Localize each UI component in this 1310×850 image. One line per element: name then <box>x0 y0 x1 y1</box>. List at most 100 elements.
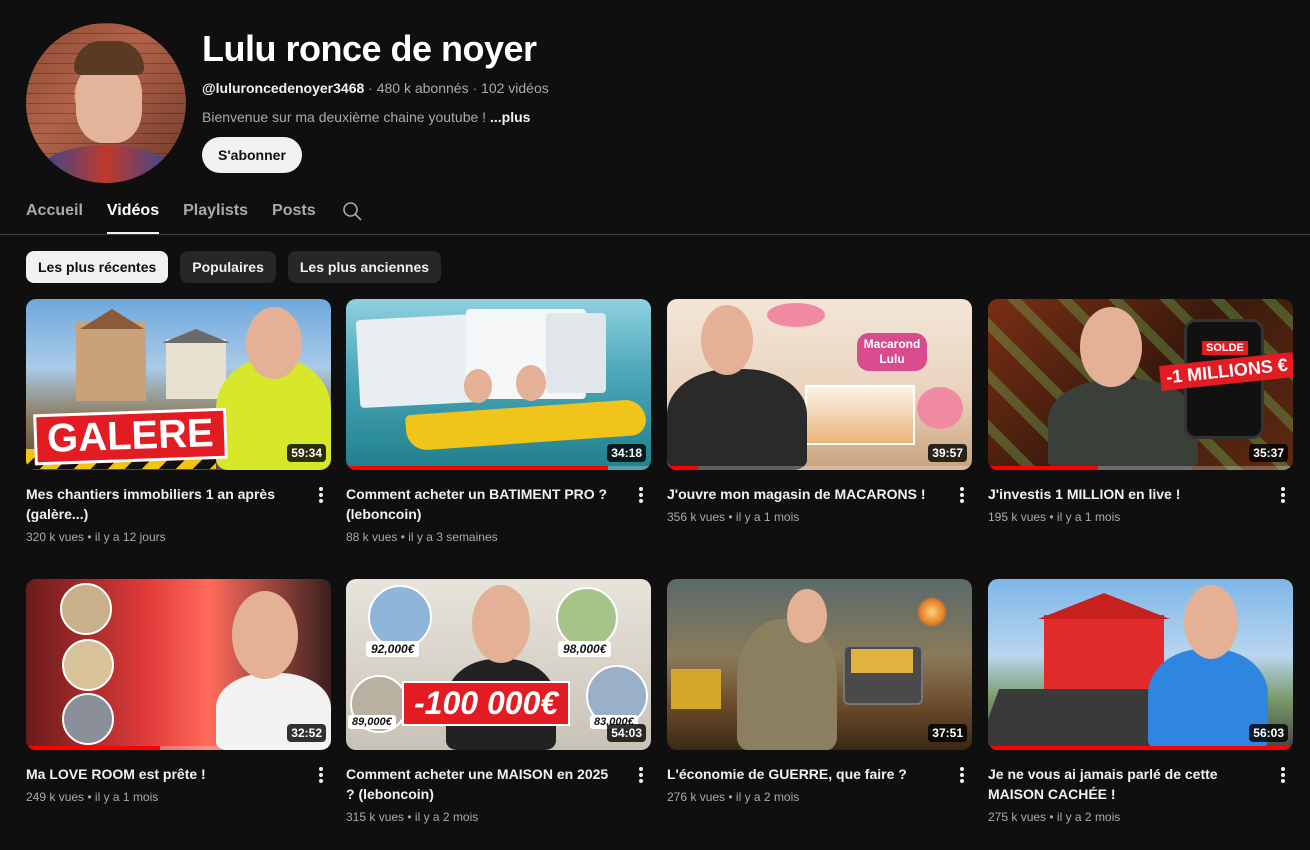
video-title-text[interactable]: Mes chantiers immobiliers 1 an après (ga… <box>26 484 298 524</box>
view-count: 356 k vues <box>667 510 726 524</box>
video-card[interactable]: Macarond Lulu 39:57 J'ouvre mon magasin … <box>667 299 972 524</box>
video-duration: 35:37 <box>1249 444 1288 462</box>
video-title[interactable]: Mes chantiers immobiliers 1 an après (ga… <box>26 484 298 546</box>
video-meta: 276 k vues • il y a 2 mois <box>667 790 800 804</box>
view-count: 276 k vues <box>667 790 726 804</box>
more-link[interactable]: ...plus <box>490 109 530 125</box>
sort-chips: Les plus récentes Populaires Les plus an… <box>26 251 442 283</box>
video-thumbnail[interactable]: 92,000€ 98,000€ 89,000€ 83,000€ -100 000… <box>346 579 651 750</box>
video-title[interactable]: Je ne vous ai jamais parlé de cette MAIS… <box>988 764 1260 826</box>
more-actions-icon[interactable] <box>958 485 966 505</box>
video-title[interactable]: Comment acheter un BATIMENT PRO ? (lebon… <box>346 484 618 546</box>
video-meta: 275 k vues • il y a 2 mois <box>988 810 1121 824</box>
video-thumbnail[interactable]: Macarond Lulu 39:57 <box>667 299 972 470</box>
upload-age: il y a 2 mois <box>735 790 800 804</box>
subscriber-count: 480 k abonnés <box>376 80 469 96</box>
video-meta: 88 k vues • il y a 3 semaines <box>346 530 498 544</box>
more-actions-icon[interactable] <box>317 765 325 785</box>
view-count: 88 k vues <box>346 530 398 544</box>
thumbnail-overlay-text: GALERE <box>33 407 228 466</box>
chip-recent[interactable]: Les plus récentes <box>26 251 169 283</box>
upload-age: il y a 2 mois <box>414 810 479 824</box>
video-meta: 195 k vues • il y a 1 mois <box>988 510 1121 524</box>
video-title-text[interactable]: Comment acheter un BATIMENT PRO ? (lebon… <box>346 484 618 524</box>
video-card[interactable]: 34:18 Comment acheter un BATIMENT PRO ? … <box>346 299 651 544</box>
watch-progress-bar <box>346 466 609 470</box>
tab-accueil[interactable]: Accueil <box>26 190 83 235</box>
video-card[interactable]: 37:51 L'économie de GUERRE, que faire ? … <box>667 579 972 804</box>
video-title[interactable]: L'économie de GUERRE, que faire ? 276 k … <box>667 764 939 806</box>
tabs-divider <box>0 234 1310 235</box>
more-actions-icon[interactable] <box>637 765 645 785</box>
view-count: 275 k vues <box>988 810 1047 824</box>
tab-posts[interactable]: Posts <box>272 190 316 235</box>
video-duration: 56:03 <box>1249 724 1288 742</box>
watch-progress-bar <box>26 746 161 750</box>
video-title[interactable]: J'investis 1 MILLION en live ! 195 k vue… <box>988 484 1260 526</box>
view-count: 320 k vues <box>26 530 85 544</box>
video-title-text[interactable]: Comment acheter une MAISON en 2025 ? (le… <box>346 764 618 804</box>
video-title[interactable]: Comment acheter une MAISON en 2025 ? (le… <box>346 764 618 826</box>
watch-progress-bar <box>667 466 698 470</box>
watch-progress-bar <box>988 466 1098 470</box>
upload-age: il y a 1 mois <box>94 790 159 804</box>
tab-playlists[interactable]: Playlists <box>183 190 248 235</box>
video-duration: 32:52 <box>287 724 326 742</box>
upload-age: il y a 12 jours <box>94 530 166 544</box>
thumbnail-overlay-subtext: SOLDE <box>1202 341 1248 355</box>
video-duration: 39:57 <box>928 444 967 462</box>
video-meta: 249 k vues • il y a 1 mois <box>26 790 159 804</box>
video-title-text[interactable]: J'investis 1 MILLION en live ! <box>988 484 1260 504</box>
chip-oldest[interactable]: Les plus anciennes <box>287 251 442 283</box>
video-thumbnail[interactable]: 56:03 <box>988 579 1293 750</box>
video-title-text[interactable]: L'économie de GUERRE, que faire ? <box>667 764 939 784</box>
view-count: 315 k vues <box>346 810 405 824</box>
upload-age: il y a 1 mois <box>1056 510 1121 524</box>
more-actions-icon[interactable] <box>958 765 966 785</box>
upload-age: il y a 2 mois <box>1056 810 1121 824</box>
video-thumbnail[interactable]: SOLDE -1 MILLIONS € 35:37 <box>988 299 1293 470</box>
price-tag: 92,000€ <box>366 641 420 657</box>
description-text: Bienvenue sur ma deuxième chaine youtube… <box>202 109 487 125</box>
channel-description[interactable]: Bienvenue sur ma deuxième chaine youtube… <box>202 109 530 125</box>
video-title-text[interactable]: Je ne vous ai jamais parlé de cette MAIS… <box>988 764 1260 804</box>
more-actions-icon[interactable] <box>637 485 645 505</box>
channel-name: Lulu ronce de noyer <box>202 28 537 69</box>
subscribe-button[interactable]: S'abonner <box>202 137 302 173</box>
view-count: 249 k vues <box>26 790 85 804</box>
video-title-text[interactable]: Ma LOVE ROOM est prête ! <box>26 764 298 784</box>
upload-age: il y a 1 mois <box>735 510 800 524</box>
video-card[interactable]: SOLDE -1 MILLIONS € 35:37 J'investis 1 M… <box>988 299 1293 524</box>
video-meta: 320 k vues • il y a 12 jours <box>26 530 166 544</box>
price-tag: 89,000€ <box>348 715 396 729</box>
thumbnail-overlay-text: Macarond Lulu <box>857 333 927 371</box>
video-thumbnail[interactable]: 32:52 <box>26 579 331 750</box>
search-icon[interactable] <box>342 201 362 221</box>
meta-separator: · <box>472 80 478 96</box>
video-duration: 34:18 <box>607 444 646 462</box>
video-thumbnail[interactable]: 34:18 <box>346 299 651 470</box>
thumbnail-overlay-text: -100 000€ <box>402 681 571 726</box>
video-meta: 315 k vues • il y a 2 mois <box>346 810 479 824</box>
video-card[interactable]: 32:52 Ma LOVE ROOM est prête ! 249 k vue… <box>26 579 331 804</box>
video-duration: 59:34 <box>287 444 326 462</box>
video-thumbnail[interactable]: GALERE 59:34 <box>26 299 331 470</box>
video-duration: 37:51 <box>928 724 967 742</box>
more-actions-icon[interactable] <box>1279 765 1287 785</box>
video-card[interactable]: 56:03 Je ne vous ai jamais parlé de cett… <box>988 579 1293 824</box>
video-title[interactable]: J'ouvre mon magasin de MACARONS ! 356 k … <box>667 484 939 526</box>
video-count: 102 vidéos <box>481 80 549 96</box>
watch-progress-bar <box>988 746 1293 750</box>
video-thumbnail[interactable]: 37:51 <box>667 579 972 750</box>
chip-popular[interactable]: Populaires <box>180 251 276 283</box>
more-actions-icon[interactable] <box>1279 485 1287 505</box>
video-title[interactable]: Ma LOVE ROOM est prête ! 249 k vues • il… <box>26 764 298 806</box>
video-meta: 356 k vues • il y a 1 mois <box>667 510 800 524</box>
more-actions-icon[interactable] <box>317 485 325 505</box>
video-title-text[interactable]: J'ouvre mon magasin de MACARONS ! <box>667 484 939 504</box>
tab-videos[interactable]: Vidéos <box>106 190 160 235</box>
channel-avatar[interactable] <box>26 23 186 183</box>
price-tag: 98,000€ <box>558 641 612 657</box>
video-card[interactable]: GALERE 59:34 Mes chantiers immobiliers 1… <box>26 299 331 544</box>
video-card[interactable]: 92,000€ 98,000€ 89,000€ 83,000€ -100 000… <box>346 579 651 824</box>
